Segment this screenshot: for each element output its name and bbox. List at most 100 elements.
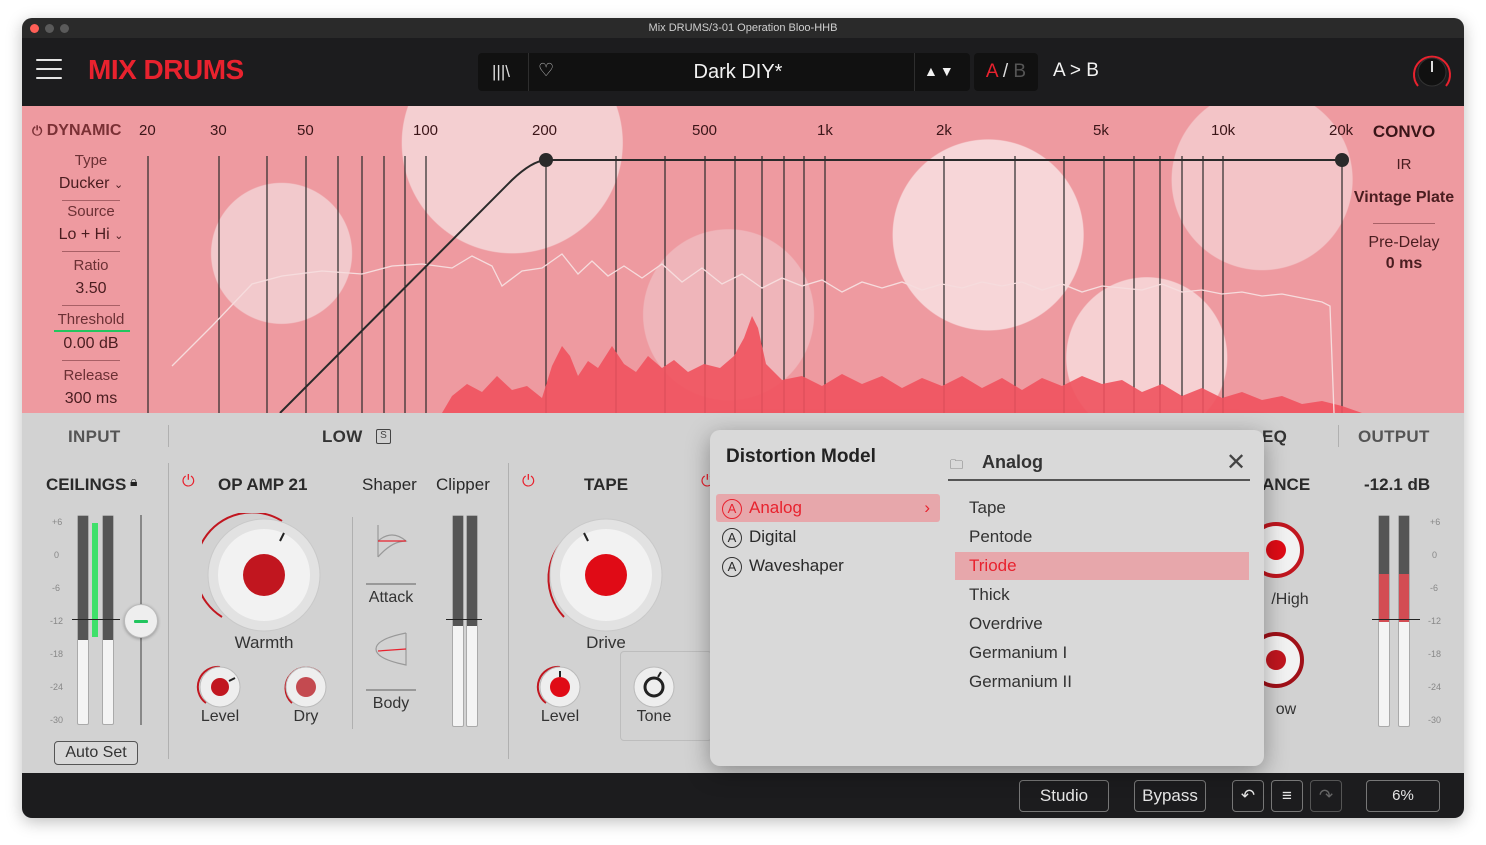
freq-label: 50 <box>297 122 314 139</box>
redo-icon[interactable]: ↷ <box>1310 780 1342 812</box>
zoom-window-button[interactable] <box>60 24 69 33</box>
header-bar: MIX DRUMS |||\ ♡ Dark DIY* ▲▼ A / B A > … <box>22 38 1464 106</box>
minimize-window-button[interactable] <box>45 24 54 33</box>
ir-value[interactable]: Vintage Plate <box>1344 189 1464 207</box>
chevron-down-icon: ⌄ <box>114 230 124 242</box>
attack-shape-icon[interactable] <box>372 521 412 561</box>
menu-icon[interactable] <box>36 59 62 83</box>
preset-nav-arrows[interactable]: ▲▼ <box>924 63 956 79</box>
digital-icon: A <box>722 527 742 548</box>
solo-icon[interactable]: S <box>376 429 391 444</box>
window-titlebar: Mix DRUMS/3-01 Operation Bloo-HHB <box>22 18 1464 38</box>
tape-power-icon[interactable]: ⏻ <box>522 473 535 491</box>
section-eq[interactable]: EQ <box>1262 427 1287 447</box>
chevron-down-icon: ⌄ <box>113 179 124 191</box>
ab-b-label[interactable]: B <box>1013 61 1026 82</box>
model-item[interactable]: Tape <box>955 494 1249 522</box>
power-icon[interactable]: ⏻ <box>32 123 42 138</box>
ab-switch[interactable]: A / B <box>974 53 1038 91</box>
ceiling-slider-handle[interactable] <box>124 604 158 638</box>
auto-set-button[interactable]: Auto Set <box>54 741 138 765</box>
model-item[interactable]: Overdrive <box>955 610 1249 638</box>
dynamic-source-dropdown[interactable]: Lo + Hi ⌄ <box>32 226 150 244</box>
library-icon[interactable]: |||\ <box>492 62 510 82</box>
lock-icon[interactable]: 🔒︎ <box>130 473 137 490</box>
attack-label: Attack <box>368 589 414 606</box>
tone-label: Tone <box>636 708 672 725</box>
tape-label[interactable]: TAPE <box>584 475 628 495</box>
opamp-level-label: Level <box>200 708 240 725</box>
output-knob[interactable] <box>1410 50 1454 94</box>
convo-panel: CONVO IR Vintage Plate Pre-Delay 0 ms <box>1344 122 1464 273</box>
cpu-meter: 6% <box>1366 780 1440 812</box>
eq-graph[interactable] <box>22 106 1464 413</box>
convo-title[interactable]: CONVO <box>1344 122 1464 142</box>
freq-label: 500 <box>692 122 718 139</box>
drive-knob[interactable] <box>544 513 668 637</box>
undo-icon[interactable]: ↶ <box>1232 780 1264 812</box>
popup-title: Distortion Model <box>726 446 876 467</box>
opamp-power-icon[interactable]: ⏻ <box>182 473 195 491</box>
output-value[interactable]: -12.1 dB <box>1364 475 1430 495</box>
warmth-label: Warmth <box>234 633 294 652</box>
footer-bar: Studio Bypass ↶ ≡ ↷ 6% <box>22 773 1464 818</box>
input-meter-right <box>102 515 114 725</box>
clipper-meter-left <box>452 515 464 727</box>
bypass-button[interactable]: Bypass <box>1134 780 1206 812</box>
balance-label: ANCE <box>1262 475 1311 494</box>
category-waveshaper[interactable]: A Waveshaper <box>716 552 940 580</box>
brand-logo: MIX DRUMS <box>88 54 244 85</box>
opamp-model-name[interactable]: OP AMP 21 <box>218 475 307 495</box>
threshold-label: Threshold <box>57 311 125 328</box>
body-shape-icon[interactable] <box>372 629 412 669</box>
drive-label: Drive <box>586 633 626 652</box>
output-meter-right <box>1398 515 1410 727</box>
chevron-right-icon: › <box>924 498 930 517</box>
tape-level-knob[interactable] <box>536 663 584 711</box>
history-menu-icon[interactable]: ≡ <box>1271 780 1303 812</box>
balance-high-label: /High <box>1271 591 1309 608</box>
category-digital[interactable]: A Digital <box>716 523 940 551</box>
heart-icon[interactable]: ♡ <box>538 60 554 81</box>
predelay-value[interactable]: 0 ms <box>1344 255 1464 273</box>
model-item[interactable]: Germanium I <box>955 639 1249 667</box>
close-window-button[interactable] <box>30 24 39 33</box>
section-low[interactable]: LOW <box>322 427 363 447</box>
ratio-value[interactable]: 3.50 <box>32 280 150 298</box>
output-meter-left <box>1378 515 1390 727</box>
tape-level-label: Level <box>540 708 580 725</box>
opamp-level-knob[interactable] <box>196 663 244 711</box>
dry-label: Dry <box>293 708 319 725</box>
category-header: Analog <box>982 452 1043 472</box>
warmth-knob[interactable] <box>202 513 326 637</box>
dynamic-type-dropdown[interactable]: Ducker ⌄ <box>32 175 150 193</box>
dry-knob[interactable] <box>282 663 330 711</box>
category-analog[interactable]: A Analog › <box>716 494 940 522</box>
section-input[interactable]: INPUT <box>68 427 121 447</box>
model-item[interactable]: Pentode <box>955 523 1249 551</box>
eq-display[interactable]: ⏻ DYNAMIC Type Ducker ⌄ Source Lo + Hi ⌄… <box>22 106 1464 413</box>
dynamic-title[interactable]: ⏻ DYNAMIC <box>32 122 152 140</box>
dynamic-type-label: Type <box>74 152 108 169</box>
freq-label: 1k <box>817 122 833 139</box>
close-icon[interactable]: ✕ <box>1226 448 1246 477</box>
eq-curve <box>279 159 1342 413</box>
section-output[interactable]: OUTPUT <box>1358 427 1430 447</box>
threshold-value[interactable]: 0.00 dB <box>32 335 150 353</box>
preset-name[interactable]: Dark DIY* <box>608 61 868 84</box>
model-item-selected[interactable]: Triode <box>955 552 1249 580</box>
studio-button[interactable]: Studio <box>1019 780 1109 812</box>
a-to-b-button[interactable]: A > B <box>1053 60 1099 82</box>
spectrum-fill <box>442 316 1362 413</box>
freq-label: 100 <box>413 122 439 139</box>
release-value[interactable]: 300 ms <box>32 390 150 408</box>
freq-label: 5k <box>1093 122 1109 139</box>
folder-icon: 🗀 <box>950 457 964 472</box>
model-item[interactable]: Thick <box>955 581 1249 609</box>
ab-a-label[interactable]: A <box>986 61 998 82</box>
tone-knob[interactable] <box>630 663 678 711</box>
body-label: Body <box>372 695 410 712</box>
freq-label: 200 <box>532 122 558 139</box>
ir-label: IR <box>1396 156 1412 173</box>
model-item[interactable]: Germanium II <box>955 668 1249 696</box>
